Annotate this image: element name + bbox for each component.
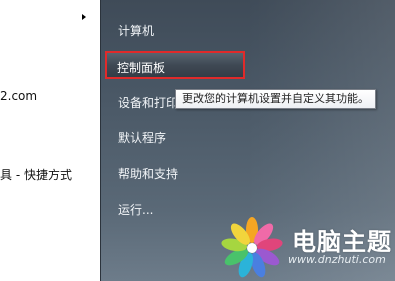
list-item-shortcut[interactable]: 具 - 快捷方式 xyxy=(0,166,72,183)
submenu-arrow-icon[interactable] xyxy=(82,14,86,20)
screen: 2.com 具 - 快捷方式 计算机 设备和打印 默认程序 帮助和支持 运行..… xyxy=(0,0,395,281)
tooltip: 更改您的计算机设置并自定义其功能。 xyxy=(175,89,376,109)
watermark-title: 电脑主题 xyxy=(292,228,392,256)
left-pane: 2.com 具 - 快捷方式 xyxy=(0,0,100,281)
menu-item-default-programs[interactable]: 默认程序 xyxy=(118,129,166,146)
flower-logo-icon xyxy=(221,217,283,278)
menu-item-control-panel[interactable]: 控制面板 xyxy=(105,51,245,79)
menu-item-run[interactable]: 运行... xyxy=(118,201,153,218)
watermark-url: www.dnzhuti.com xyxy=(288,253,386,266)
menu-item-devices-printers[interactable]: 设备和打印 xyxy=(118,94,178,111)
watermark: 电脑主题 www.dnzhuti.com xyxy=(220,212,395,281)
menu-item-computer[interactable]: 计算机 xyxy=(118,22,154,39)
list-item-domain[interactable]: 2.com xyxy=(0,89,37,103)
menu-item-help-support[interactable]: 帮助和支持 xyxy=(118,165,178,182)
menu-item-control-panel-label: 控制面板 xyxy=(117,61,166,75)
